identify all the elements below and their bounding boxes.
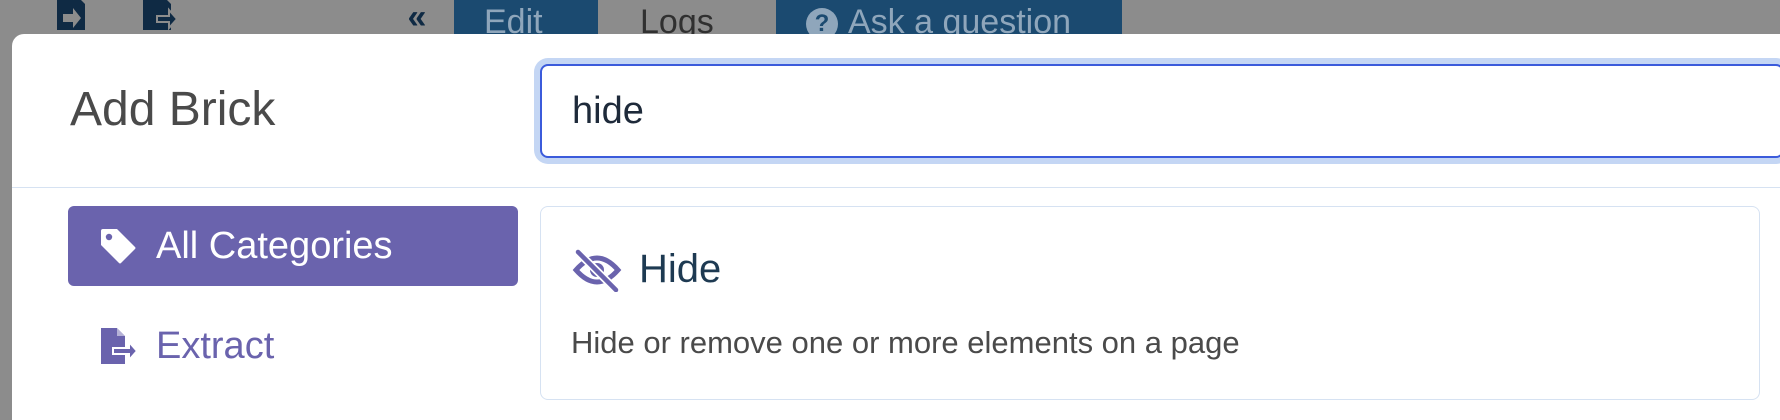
add-brick-modal: Add Brick All Categories Extract [12,34,1780,420]
result-description: Hide or remove one or more elements on a… [571,325,1240,360]
brick-result-card[interactable]: Hide Hide or remove one or more elements… [540,206,1760,400]
category-all[interactable]: All Categories [68,206,518,286]
background-toolbar: « Edit Logs ? Ask a question [0,0,1780,34]
eye-slash-icon [571,248,623,292]
category-all-label: All Categories [156,224,393,267]
result-title-row: Hide [571,247,721,292]
brick-search-input[interactable] [540,64,1780,158]
category-extract[interactable]: Extract [68,306,518,386]
result-title: Hide [639,247,722,291]
import-icon [48,0,94,34]
tag-icon [94,222,142,270]
file-export-icon [94,322,142,370]
collapse-sidebar-button: « [407,0,427,34]
question-circle-icon: ? [806,8,838,34]
ask-question-label: Ask a question [848,3,1072,34]
tab-logs: Logs [640,3,714,34]
modal-header: Add Brick [12,34,1780,188]
tab-edit: Edit [454,0,598,34]
category-extract-label: Extract [156,324,275,367]
ask-question-button: ? Ask a question [776,0,1122,34]
category-sidebar: All Categories Extract [68,206,518,406]
export-icon [136,0,182,34]
modal-title: Add Brick [70,83,276,136]
background-overlay [0,34,12,420]
